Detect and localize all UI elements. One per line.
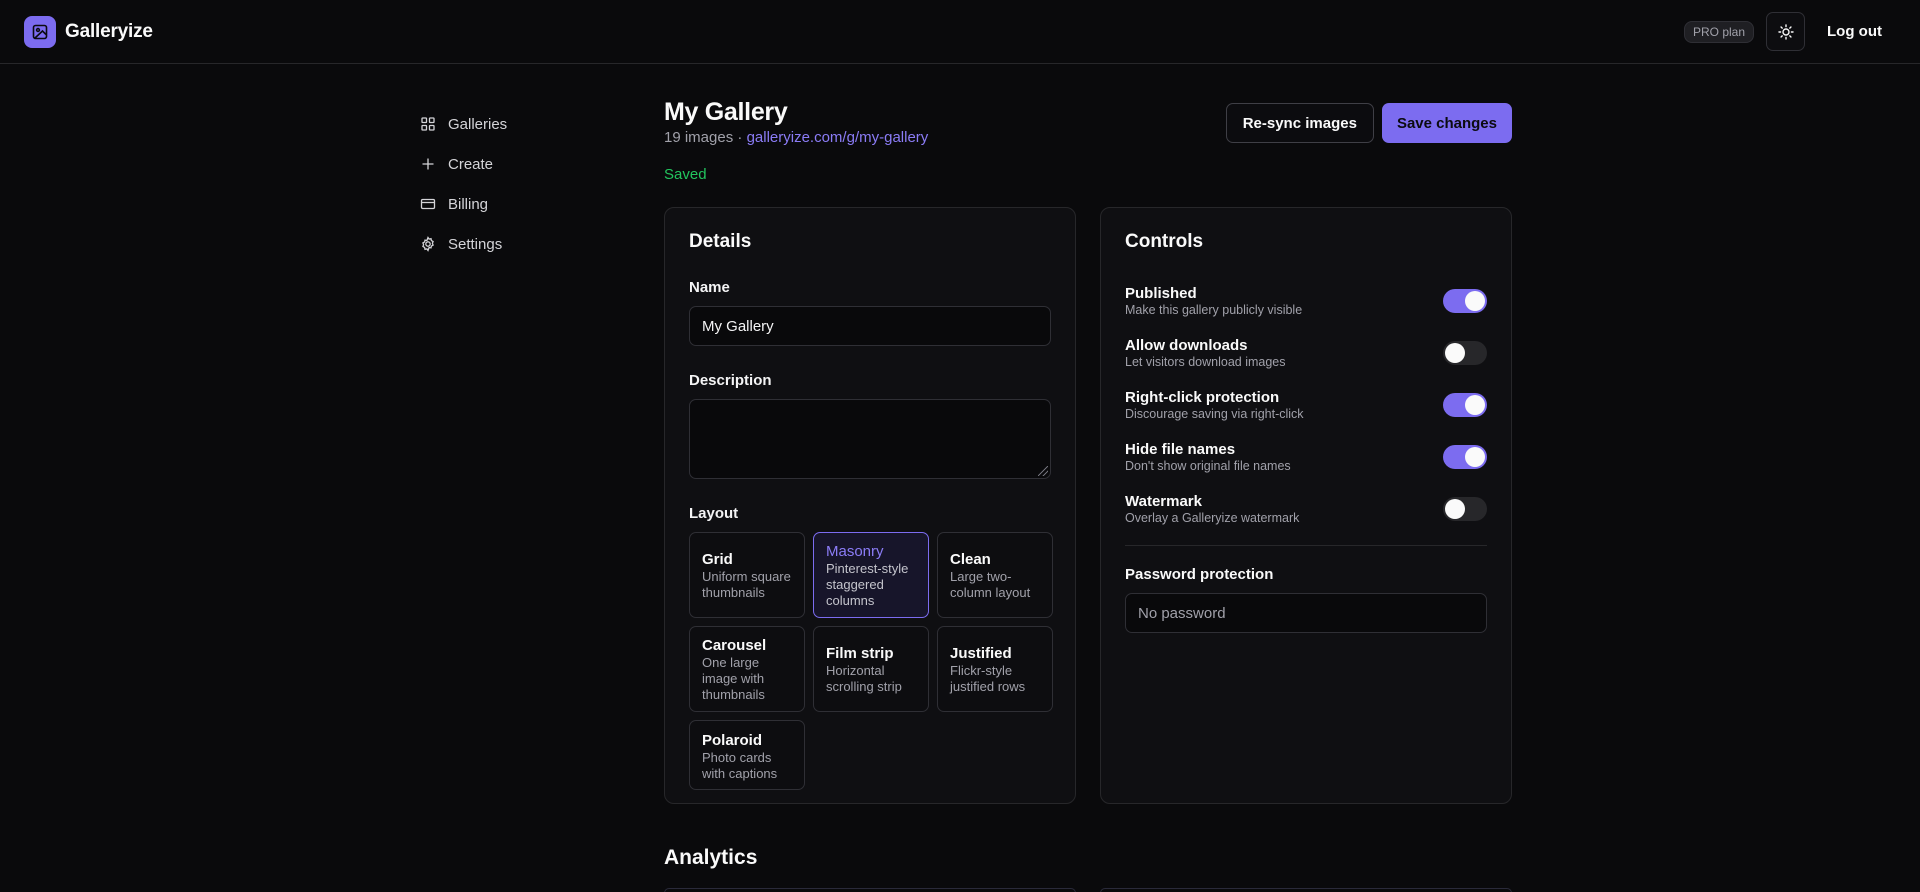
details-title: Details — [689, 231, 752, 252]
control-watermark: Watermark Overlay a Galleryize watermark — [1125, 483, 1487, 535]
separator: · — [737, 129, 743, 146]
top-bar: Galleryize PRO plan Log out — [0, 0, 1920, 64]
page-title: My Gallery — [664, 98, 788, 126]
analytics-card — [664, 888, 1076, 892]
app-name: Galleryize — [65, 20, 153, 42]
password-label: Password protection — [1125, 566, 1274, 583]
layout-option-desc: Large two-column layout — [950, 569, 1031, 600]
plus-icon — [422, 158, 434, 170]
control-name: Published — [1125, 284, 1197, 302]
control-allow-downloads: Allow downloads Let visitors download im… — [1125, 327, 1487, 379]
theme-toggle-button[interactable] — [1766, 12, 1806, 51]
save-status: Saved — [664, 166, 707, 183]
credit-card-icon — [420, 198, 436, 210]
layout-option-masonry[interactable]: Masonry Pinterest-style staggered column… — [813, 532, 929, 618]
grid-icon — [421, 117, 435, 131]
layout-option-desc: Pinterest-style staggered columns — [826, 561, 909, 608]
main-content: My Gallery 19 images · galleryize.com/g/… — [664, 96, 1512, 804]
sidebar-item-label: Billing — [448, 195, 489, 213]
sidebar-item-label: Settings — [448, 235, 503, 253]
layout-option-name: Justified — [950, 645, 1012, 662]
layout-option-desc: Uniform square thumbnails — [702, 569, 791, 600]
name-label: Name — [689, 279, 730, 296]
layout-option-name: Polaroid — [702, 732, 763, 749]
analytics-title: Analytics — [664, 846, 758, 869]
control-desc: Don't show original file names — [1125, 458, 1291, 473]
control-hide-file-names: Hide file names Don't show original file… — [1125, 431, 1487, 483]
layout-option-desc: Horizontal scrolling strip — [826, 663, 902, 694]
layout-option-name: Grid — [702, 551, 733, 568]
control-name: Watermark — [1125, 492, 1202, 510]
layout-option-name: Carousel — [702, 637, 767, 654]
allow-downloads-toggle[interactable] — [1443, 341, 1487, 365]
gear-icon — [422, 236, 434, 252]
layout-option-desc: Photo cards with captions — [702, 750, 778, 781]
control-desc: Discourage saving via right-click — [1125, 406, 1304, 421]
name-input[interactable]: My Gallery — [689, 306, 1051, 346]
analytics-card — [1100, 888, 1512, 892]
gallery-meta: 19 images · galleryize.com/g/my-gallery — [664, 129, 928, 146]
hide-file-names-toggle[interactable] — [1443, 445, 1487, 469]
layout-option-desc: One large image with thumbnails — [702, 655, 765, 702]
control-published: Published Make this gallery publicly vis… — [1125, 275, 1487, 327]
sidebar-item-galleries[interactable]: Galleries — [420, 104, 580, 144]
layout-option-film-strip[interactable]: Film strip Horizontal scrolling strip — [813, 626, 929, 712]
layout-option-name: Film strip — [826, 645, 894, 662]
layout-label: Layout — [689, 505, 739, 522]
controls-title: Controls — [1125, 231, 1204, 252]
sidebar: Galleries Create Billing Settings — [420, 104, 580, 264]
sidebar-item-create[interactable]: Create — [420, 144, 580, 184]
controls-card: Controls Published Make this gallery pub… — [1100, 207, 1512, 804]
sidebar-item-billing[interactable]: Billing — [420, 184, 580, 224]
control-desc: Let visitors download images — [1125, 354, 1286, 369]
controls-list: Published Make this gallery publicly vis… — [1125, 275, 1487, 535]
divider — [1125, 545, 1487, 546]
description-label: Description — [689, 372, 772, 389]
image-count: 19 images — [664, 129, 734, 146]
save-changes-button[interactable]: Save changes — [1381, 103, 1512, 143]
gallery-url-link[interactable]: galleryize.com/g/my-gallery — [747, 129, 929, 146]
description-textarea[interactable] — [689, 399, 1051, 479]
image-icon — [24, 15, 56, 48]
layout-option-clean[interactable]: Clean Large two-column layout — [937, 532, 1053, 618]
details-card: Details Name My Gallery Description Layo… — [664, 207, 1076, 804]
control-name: Right-click protection — [1125, 388, 1280, 406]
password-input[interactable]: No password — [1125, 593, 1487, 633]
layout-options: Grid Uniform square thumbnails Masonry P… — [689, 532, 1053, 790]
layout-option-justified[interactable]: Justified Flickr-style justified rows — [937, 626, 1053, 712]
layout-option-name: Masonry — [826, 543, 884, 560]
sidebar-item-settings[interactable]: Settings — [420, 224, 580, 264]
control-desc: Overlay a Galleryize watermark — [1125, 510, 1300, 525]
logout-button[interactable]: Log out — [1827, 23, 1882, 40]
sidebar-item-label: Galleries — [448, 115, 508, 133]
control-desc: Make this gallery publicly visible — [1125, 302, 1303, 317]
layout-option-grid[interactable]: Grid Uniform square thumbnails — [689, 532, 805, 618]
layout-option-desc: Flickr-style justified rows — [950, 663, 1026, 694]
published-toggle[interactable] — [1443, 289, 1487, 313]
sidebar-item-label: Create — [448, 155, 494, 173]
sun-icon — [1777, 23, 1794, 40]
plan-badge: PRO plan — [1683, 20, 1755, 43]
brand[interactable]: Galleryize — [24, 15, 153, 48]
control-name: Allow downloads — [1125, 336, 1248, 354]
control-name: Hide file names — [1125, 440, 1236, 458]
layout-option-polaroid[interactable]: Polaroid Photo cards with captions — [689, 720, 805, 790]
control-right-click-protection: Right-click protection Discourage saving… — [1125, 379, 1487, 431]
layout-option-carousel[interactable]: Carousel One large image with thumbnails — [689, 626, 805, 712]
watermark-toggle[interactable] — [1443, 497, 1487, 521]
resize-handle[interactable] — [1038, 466, 1048, 476]
layout-option-name: Clean — [950, 551, 991, 568]
resync-images-button[interactable]: Re-sync images — [1225, 103, 1374, 143]
right-click-protection-toggle[interactable] — [1443, 393, 1487, 417]
